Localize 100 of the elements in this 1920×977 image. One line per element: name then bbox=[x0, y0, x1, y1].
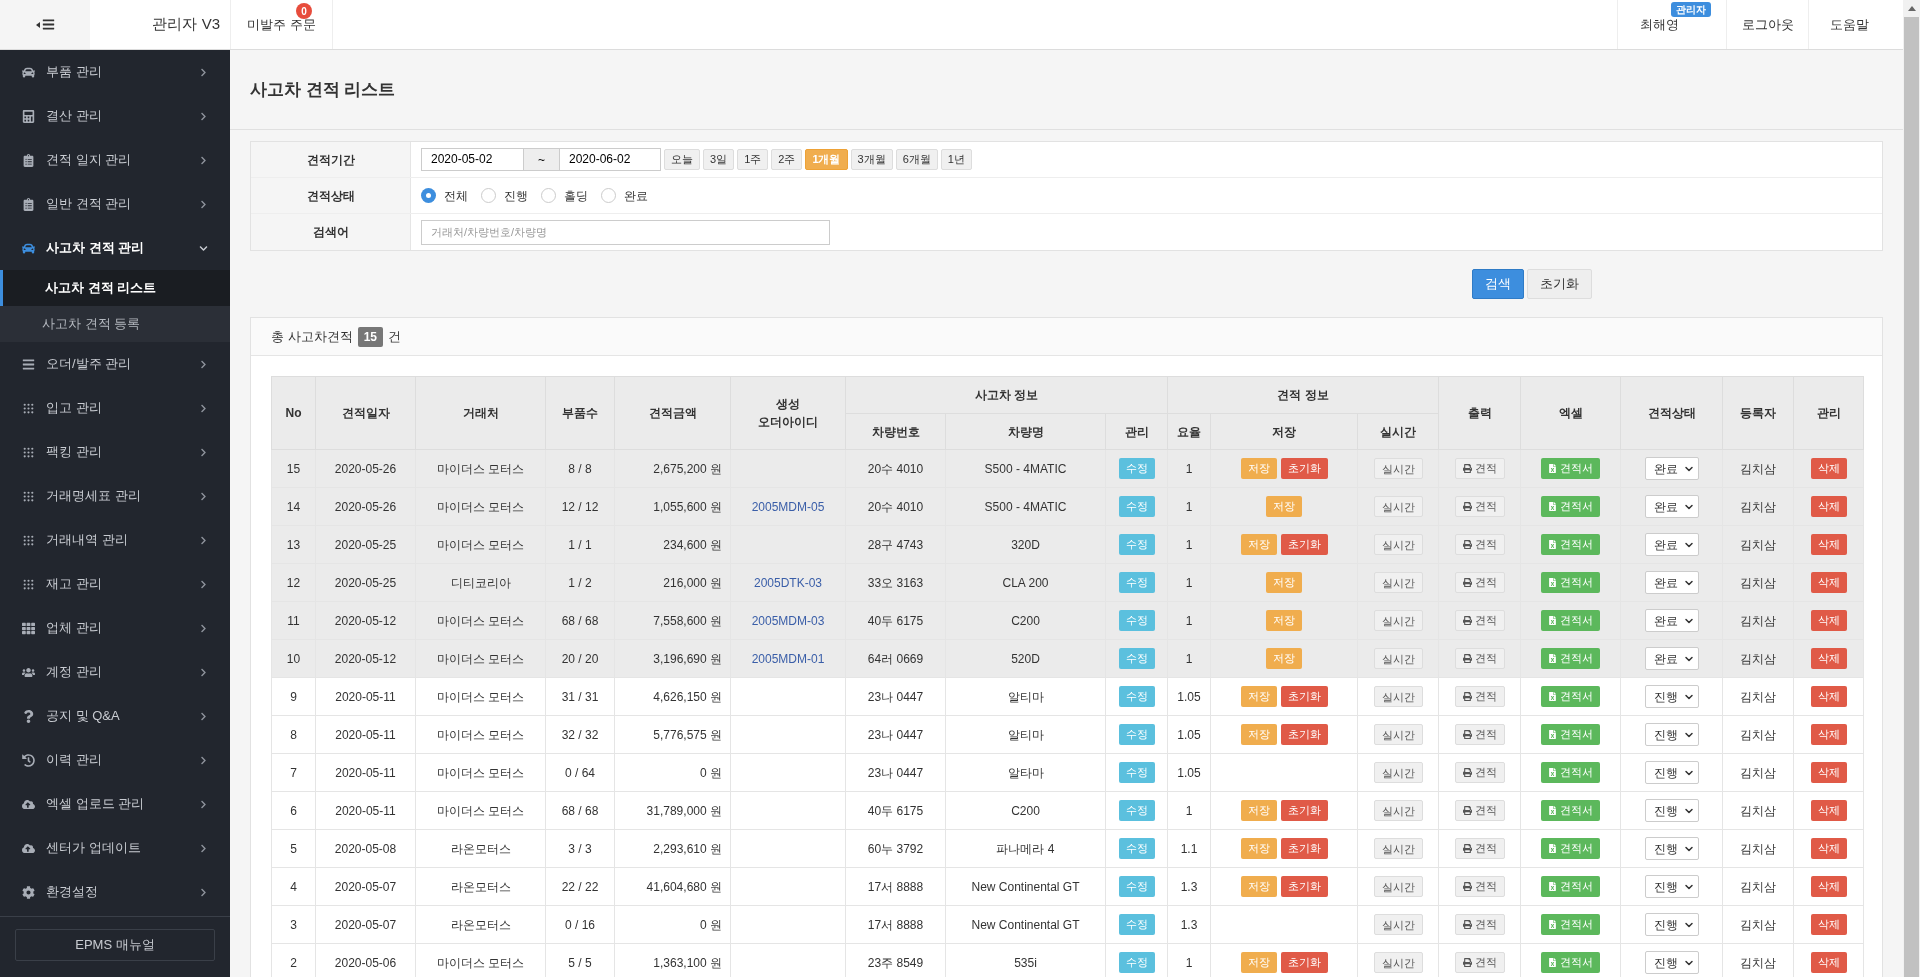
status-select[interactable]: 완료 bbox=[1644, 533, 1699, 556]
sidebar-item[interactable]: 재고 관리 bbox=[0, 562, 230, 606]
sidebar-item[interactable]: 사고차 견적 관리 bbox=[0, 226, 230, 270]
reset-button[interactable]: 초기화 bbox=[1280, 952, 1328, 973]
sidebar-toggle-button[interactable] bbox=[35, 18, 55, 31]
period-button[interactable]: 오늘 bbox=[664, 149, 700, 170]
print-button[interactable]: 견적 bbox=[1454, 952, 1505, 973]
submenu-item[interactable]: 사고차 견적 등록 bbox=[0, 306, 230, 342]
sidebar-item[interactable]: 부품 관리 bbox=[0, 50, 230, 94]
reset-button[interactable]: 초기화 bbox=[1280, 534, 1328, 555]
status-radio[interactable]: 완료 bbox=[601, 186, 648, 205]
delete-button[interactable]: 삭제 bbox=[1810, 876, 1847, 897]
status-select[interactable]: 완료 bbox=[1644, 647, 1699, 670]
status-select[interactable]: 진행 bbox=[1644, 761, 1699, 784]
delete-button[interactable]: 삭제 bbox=[1810, 838, 1847, 859]
status-select[interactable]: 진행 bbox=[1644, 951, 1699, 974]
realtime-button[interactable]: 실시간 bbox=[1373, 648, 1423, 669]
date-field[interactable]: 2020-06-02 bbox=[559, 148, 661, 171]
sidebar-item[interactable]: 견적 일지 관리 bbox=[0, 138, 230, 182]
print-button[interactable]: 견적 bbox=[1454, 762, 1505, 783]
delete-button[interactable]: 삭제 bbox=[1810, 496, 1847, 517]
sidebar-item[interactable]: 일반 견적 관리 bbox=[0, 182, 230, 226]
realtime-button[interactable]: 실시간 bbox=[1373, 572, 1423, 593]
realtime-button[interactable]: 실시간 bbox=[1373, 496, 1423, 517]
realtime-button[interactable]: 실시간 bbox=[1373, 876, 1423, 897]
sidebar-item[interactable]: 입고 관리 bbox=[0, 386, 230, 430]
delete-button[interactable]: 삭제 bbox=[1810, 724, 1847, 745]
status-radio[interactable]: 전체 bbox=[421, 186, 468, 205]
reset-button[interactable]: 초기화 bbox=[1280, 838, 1328, 859]
status-select[interactable]: 완료 bbox=[1644, 609, 1699, 632]
reset-button[interactable]: 초기화 bbox=[1280, 800, 1328, 821]
realtime-button[interactable]: 실시간 bbox=[1373, 686, 1423, 707]
nav-link[interactable]: 로그아웃 bbox=[1726, 0, 1808, 49]
print-button[interactable]: 견적 bbox=[1454, 572, 1505, 593]
sidebar-item[interactable]: 환경설정 bbox=[0, 870, 230, 914]
print-button[interactable]: 견적 bbox=[1454, 610, 1505, 631]
period-button[interactable]: 6개월 bbox=[895, 149, 938, 170]
status-radio[interactable]: 홀딩 bbox=[541, 186, 588, 205]
print-button[interactable]: 견적 bbox=[1454, 724, 1505, 745]
reset-button[interactable]: 초기화 bbox=[1280, 876, 1328, 897]
print-button[interactable]: 견적 bbox=[1454, 876, 1505, 897]
sidebar-item[interactable]: 계정 관리 bbox=[0, 650, 230, 694]
sidebar-item[interactable]: 거래내역 관리 bbox=[0, 518, 230, 562]
delete-button[interactable]: 삭제 bbox=[1810, 572, 1847, 593]
sidebar-item[interactable]: 거래명세표 관리 bbox=[0, 474, 230, 518]
sidebar-item[interactable]: 공지 및 Q&A bbox=[0, 694, 230, 738]
reset-button[interactable]: 초기화 bbox=[1280, 724, 1328, 745]
status-select[interactable]: 진행 bbox=[1644, 723, 1699, 746]
print-button[interactable]: 견적 bbox=[1454, 648, 1505, 669]
period-button[interactable]: 3일 bbox=[703, 149, 735, 170]
realtime-button[interactable]: 실시간 bbox=[1373, 762, 1423, 783]
status-select[interactable]: 진행 bbox=[1644, 799, 1699, 822]
period-button[interactable]: 1주 bbox=[737, 149, 769, 170]
reset-button[interactable]: 초기화 bbox=[1280, 686, 1328, 707]
status-select[interactable]: 완료 bbox=[1644, 495, 1699, 518]
realtime-button[interactable]: 실시간 bbox=[1373, 914, 1423, 935]
realtime-button[interactable]: 실시간 bbox=[1373, 800, 1423, 821]
print-button[interactable]: 견적 bbox=[1454, 800, 1505, 821]
realtime-button[interactable]: 실시간 bbox=[1373, 724, 1423, 745]
sidebar-item[interactable]: 오더/발주 관리 bbox=[0, 342, 230, 386]
status-select[interactable]: 진행 bbox=[1644, 685, 1699, 708]
reset-button[interactable]: 초기화 bbox=[1280, 458, 1328, 479]
period-button[interactable]: 3개월 bbox=[850, 149, 893, 170]
sidebar-item[interactable]: 센터가 업데이트 bbox=[0, 826, 230, 870]
realtime-button[interactable]: 실시간 bbox=[1373, 534, 1423, 555]
print-button[interactable]: 견적 bbox=[1454, 838, 1505, 859]
user-name[interactable]: 최해영 bbox=[1640, 14, 1679, 35]
nav-link[interactable]: 도움말 bbox=[1808, 0, 1890, 49]
status-select[interactable]: 완료 bbox=[1644, 571, 1699, 594]
status-select[interactable]: 진행 bbox=[1644, 913, 1699, 936]
status-select[interactable]: 완료 bbox=[1644, 457, 1699, 480]
delete-button[interactable]: 삭제 bbox=[1810, 458, 1847, 479]
delete-button[interactable]: 삭제 bbox=[1810, 610, 1847, 631]
realtime-button[interactable]: 실시간 bbox=[1373, 838, 1423, 859]
delete-button[interactable]: 삭제 bbox=[1810, 686, 1847, 707]
manual-button[interactable]: EPMS 매뉴얼 bbox=[15, 929, 215, 961]
reset-button[interactable]: 초기화 bbox=[1527, 269, 1592, 299]
print-button[interactable]: 견적 bbox=[1454, 496, 1505, 517]
period-button[interactable]: 1년 bbox=[940, 149, 972, 170]
sidebar-item[interactable]: 결산 관리 bbox=[0, 94, 230, 138]
sidebar-item[interactable]: 팩킹 관리 bbox=[0, 430, 230, 474]
print-button[interactable]: 견적 bbox=[1454, 458, 1505, 479]
delete-button[interactable]: 삭제 bbox=[1810, 648, 1847, 669]
status-select[interactable]: 진행 bbox=[1644, 875, 1699, 898]
sidebar-item[interactable]: 엑셀 업로드 관리 bbox=[0, 782, 230, 826]
status-radio[interactable]: 진행 bbox=[481, 186, 528, 205]
date-field[interactable]: 2020-05-02 bbox=[421, 148, 524, 171]
realtime-button[interactable]: 실시간 bbox=[1373, 610, 1423, 631]
sidebar-item[interactable]: 업체 관리 bbox=[0, 606, 230, 650]
sidebar-item[interactable]: 이력 관리 bbox=[0, 738, 230, 782]
print-button[interactable]: 견적 bbox=[1454, 914, 1505, 935]
delete-button[interactable]: 삭제 bbox=[1810, 762, 1847, 783]
print-button[interactable]: 견적 bbox=[1454, 686, 1505, 707]
delete-button[interactable]: 삭제 bbox=[1810, 952, 1847, 973]
delete-button[interactable]: 삭제 bbox=[1810, 800, 1847, 821]
search-field[interactable]: 거래처/차량번호/차량명 bbox=[421, 219, 830, 245]
status-select[interactable]: 진행 bbox=[1644, 837, 1699, 860]
print-button[interactable]: 견적 bbox=[1454, 534, 1505, 555]
realtime-button[interactable]: 실시간 bbox=[1373, 952, 1423, 973]
period-button[interactable]: 2주 bbox=[771, 149, 803, 170]
